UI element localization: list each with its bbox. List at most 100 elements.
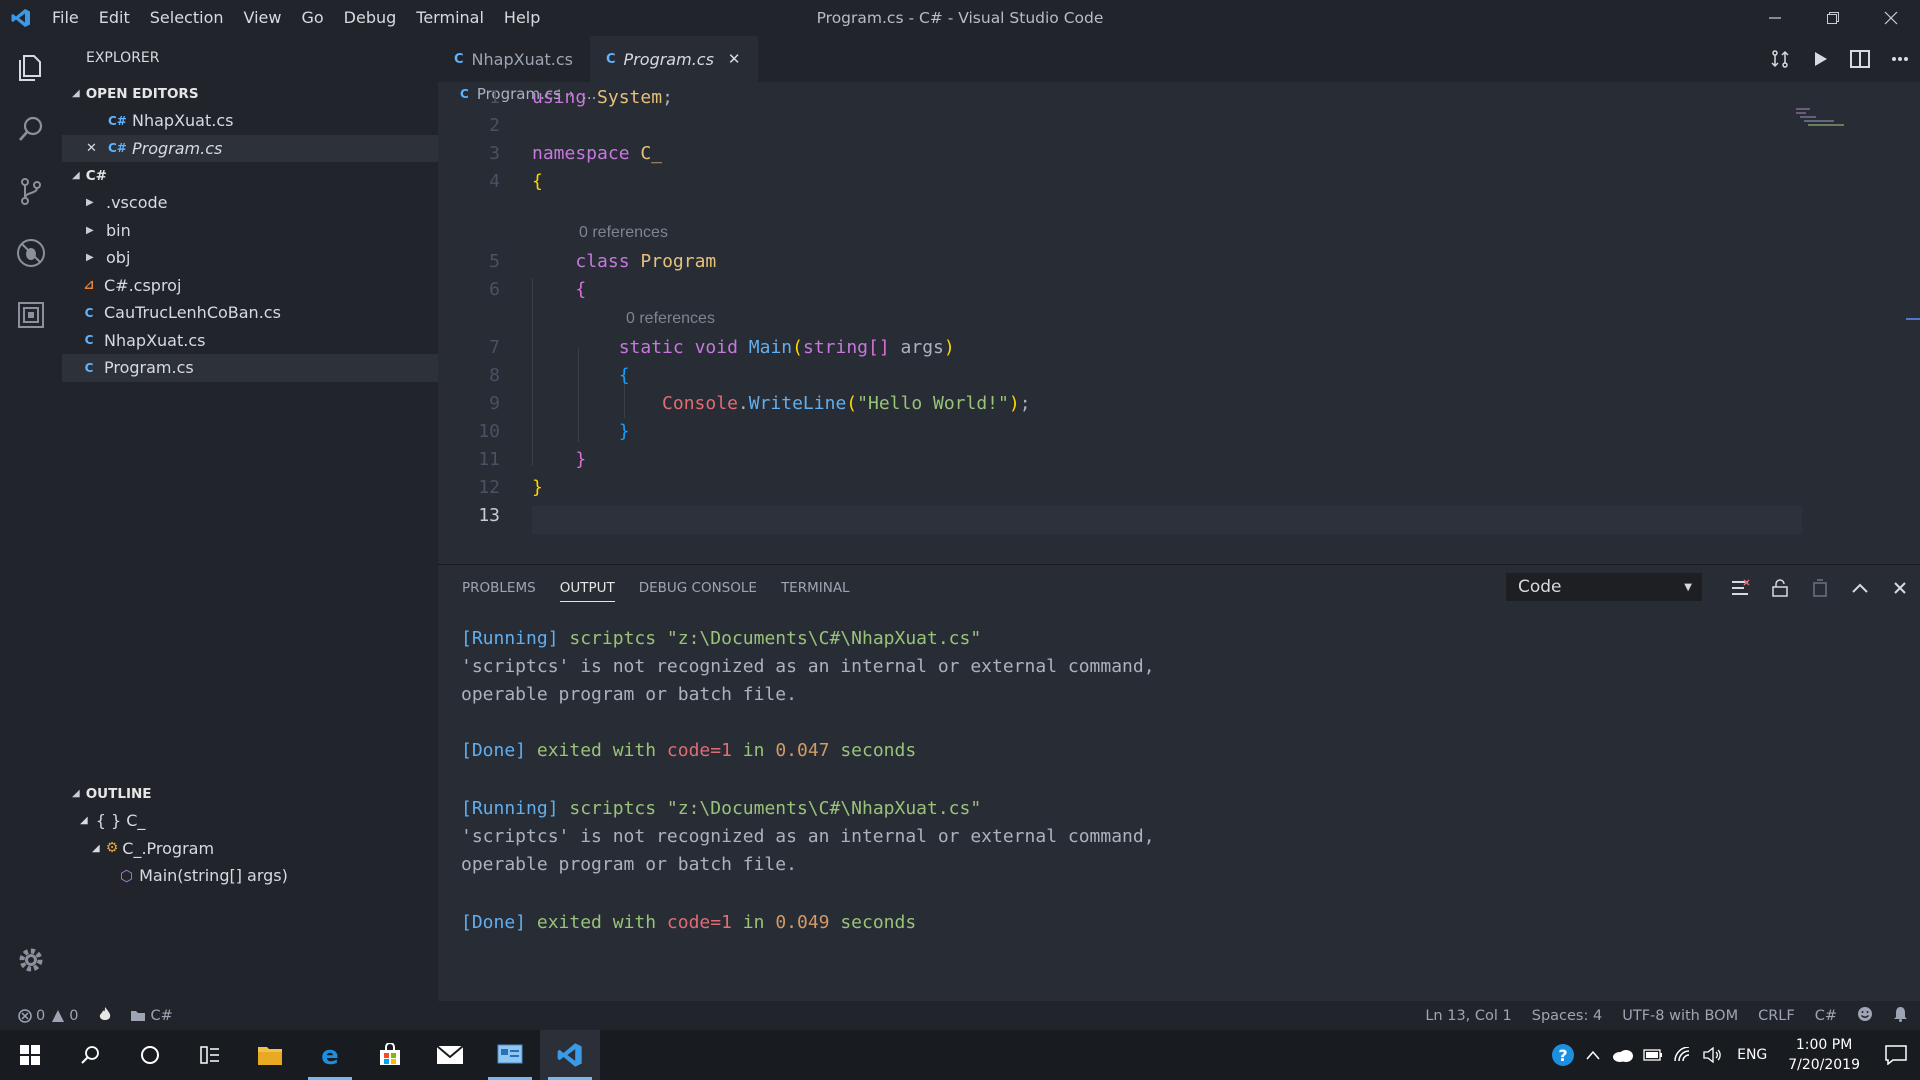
errors-warnings[interactable]: 0 0 [18,1008,78,1024]
encoding[interactable]: UTF-8 with BOM [1622,1008,1738,1024]
tree-item-cautruc[interactable]: C CauTrucLenhCoBan.cs [62,299,438,327]
control-panel-icon[interactable] [480,1030,540,1080]
file-explorer-icon[interactable] [240,1030,300,1080]
search-icon[interactable] [0,98,62,160]
minimize-button[interactable] [1746,0,1804,36]
wifi-icon[interactable] [1668,1047,1698,1063]
open-editors-header[interactable]: ◢ OPEN EDITORS [62,80,438,107]
flame-icon[interactable] [98,1006,112,1026]
close-window-button[interactable] [1862,0,1920,36]
battery-icon[interactable] [1638,1049,1668,1061]
mail-icon[interactable] [420,1030,480,1080]
open-editor-nhapxuat[interactable]: C# NhapXuat.cs [62,107,438,135]
notification-center-icon[interactable] [1872,1045,1920,1065]
scrollbar-indicator[interactable] [1906,318,1920,320]
language-mode[interactable]: C# [1815,1008,1837,1024]
windows-taskbar: e ? ENG 1:00 PM 7/20/2019 [0,1030,1920,1080]
explorer-icon[interactable] [0,36,62,98]
onedrive-cloud-icon[interactable] [1608,1048,1638,1062]
line-number: 1 [489,87,500,108]
more-actions-icon[interactable] [1880,36,1920,82]
menu-help[interactable]: Help [494,0,550,36]
code-line: 13 [438,502,1920,530]
restore-button[interactable] [1804,0,1862,36]
error-count: 0 [36,1007,46,1024]
tree-item-obj[interactable]: ▶ obj [62,244,438,272]
task-view-icon[interactable] [180,1030,240,1080]
source-control-icon[interactable] [0,160,62,222]
outline-header[interactable]: ◢ OUTLINE [62,780,438,807]
windows-start-icon[interactable] [0,1030,60,1080]
code-line: 3 namespace C_ [438,140,1920,168]
store-icon[interactable] [360,1030,420,1080]
lock-scroll-icon[interactable] [1760,565,1800,611]
minimap[interactable] [1796,106,1876,146]
tree-item-program[interactable]: C Program.cs [62,354,438,382]
menu-view[interactable]: View [234,0,292,36]
search-icon[interactable] [60,1030,120,1080]
tab-debug-console[interactable]: DEBUG CONSOLE [639,565,757,611]
menu-file[interactable]: File [42,0,89,36]
outline-item-namespace[interactable]: ◢ { } C_ [62,807,438,835]
code-line: 5 class Program [438,248,1920,276]
menu-edit[interactable]: Edit [89,0,140,36]
csharp-file-icon: C# [108,141,127,156]
output-channel-select[interactable]: Code ▼ [1506,573,1702,601]
tab-output[interactable]: OUTPUT [559,575,615,602]
tree-item-nhapxuat[interactable]: C NhapXuat.cs [62,327,438,355]
tab-program[interactable]: C Program.cs ✕ [590,36,759,82]
indentation[interactable]: Spaces: 4 [1532,1008,1602,1024]
debug-icon[interactable] [0,222,62,284]
cortana-icon[interactable] [120,1030,180,1080]
outline-item-method[interactable]: ⬡ Main(string[] args) [62,862,438,890]
collapse-triangle-icon: ◢ [80,815,88,827]
close-tab-icon[interactable]: ✕ [728,50,741,68]
code-lens-references[interactable]: 0 references [579,224,668,242]
tree-item-bin[interactable]: ▶ bin [62,217,438,245]
input-language[interactable]: ENG [1728,1047,1776,1063]
line-ending[interactable]: CRLF [1758,1008,1795,1024]
code-line: 11 } [438,446,1920,474]
vscode-taskbar-icon[interactable] [540,1030,600,1080]
extensions-icon[interactable] [0,284,62,346]
open-log-icon[interactable] [1800,565,1840,611]
line-number: 2 [489,115,500,136]
output-line: operable program or batch file. [461,684,797,705]
tree-item-label: bin [106,220,131,240]
help-icon[interactable]: ? [1548,1043,1578,1067]
tab-problems[interactable]: PROBLEMS [462,565,536,611]
settings-gear-icon[interactable] [0,929,62,991]
explorer-sidebar: EXPLORER ◢ OPEN EDITORS C# NhapXuat.cs ✕… [62,36,438,1001]
clear-output-icon[interactable] [1720,565,1760,611]
menu-go[interactable]: Go [291,0,333,36]
tree-item-label: NhapXuat.cs [104,330,206,350]
tree-item-vscode[interactable]: ▶ .vscode [62,189,438,217]
cursor-position[interactable]: Ln 13, Col 1 [1425,1008,1511,1024]
run-code-icon[interactable] [1800,36,1840,82]
folder-status[interactable]: C# [130,1008,173,1024]
folder-header[interactable]: ◢ C# [62,162,438,189]
volume-icon[interactable] [1698,1047,1728,1063]
split-editor-icon[interactable] [1840,36,1880,82]
close-editor-icon[interactable]: ✕ [86,141,108,156]
tree-item-csproj[interactable]: ⊿ C#.csproj [62,272,438,300]
menu-selection[interactable]: Selection [140,0,234,36]
svg-text:e: e [321,1042,339,1068]
code-editor[interactable]: C Program.cs › ... 1 using System; 2 3 nam… [438,82,1920,564]
close-panel-icon[interactable] [1880,565,1920,611]
outline-item-class[interactable]: ◢ ⚙ C_.Program [62,835,438,863]
notifications-bell-icon[interactable] [1893,1006,1908,1026]
open-editor-program[interactable]: ✕ C# Program.cs [62,134,438,162]
code-lens-references[interactable]: 0 references [626,310,715,328]
menu-debug[interactable]: Debug [334,0,407,36]
chevron-up-icon[interactable] [1578,1050,1608,1060]
tab-terminal[interactable]: TERMINAL [781,565,850,611]
tab-nhapxuat[interactable]: C NhapXuat.cs [438,36,590,82]
feedback-smiley-icon[interactable] [1857,1006,1873,1026]
menu-terminal[interactable]: Terminal [406,0,494,36]
clock[interactable]: 1:00 PM 7/20/2019 [1788,1035,1860,1075]
edge-browser-icon[interactable]: e [300,1030,360,1080]
open-changes-icon[interactable] [1760,36,1800,82]
csharp-file-icon: C [84,360,94,375]
maximize-panel-icon[interactable] [1840,565,1880,611]
